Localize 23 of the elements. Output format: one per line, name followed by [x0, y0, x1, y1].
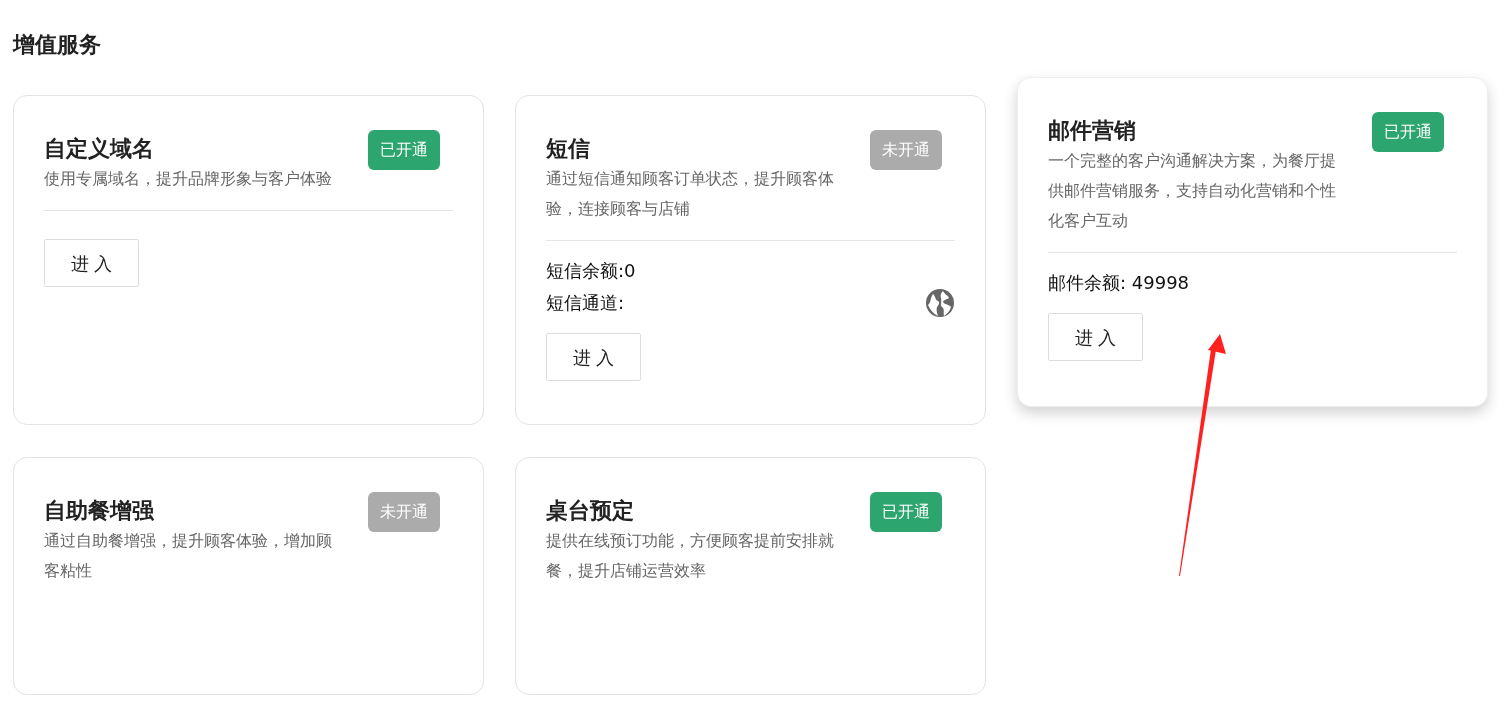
enter-button[interactable]: 进 入: [1048, 313, 1143, 361]
card-description: 提供在线预订功能，方便顾客提前安排就餐，提升店铺运营效率: [546, 530, 835, 582]
card-description: 通过短信通知顾客订单状态，提升顾客体验，连接顾客与店铺: [546, 168, 835, 220]
status-badge: 已开通: [368, 130, 440, 170]
page-title: 增值服务: [13, 31, 102, 59]
globe-icon[interactable]: [925, 288, 955, 318]
status-badge: 已开通: [870, 492, 942, 532]
detail-text: 短信通道:: [546, 291, 625, 315]
card-description: 通过自助餐增强，提升顾客体验，增加顾客粘性: [44, 530, 333, 582]
enter-button[interactable]: 进 入: [546, 333, 641, 381]
status-badge: 已开通: [1372, 112, 1444, 152]
card-title: 自定义域名: [44, 135, 155, 163]
card-description: 一个完整的客户沟通解决方案，为餐厅提供邮件营销服务，支持自动化营销和个性化客户互动: [1048, 150, 1337, 232]
status-badge: 未开通: [368, 492, 440, 532]
enter-button[interactable]: 进 入: [44, 239, 139, 287]
detail-text: 邮件余额: 49998: [1048, 271, 1190, 295]
card-description: 使用专属域名，提升品牌形象与客户体验: [44, 168, 333, 190]
card-title: 自助餐增强: [44, 497, 155, 525]
status-badge: 未开通: [870, 130, 942, 170]
card-title: 短信: [546, 135, 591, 163]
detail-text: 短信余额:0: [546, 259, 636, 283]
card-title: 邮件营销: [1048, 117, 1137, 145]
card-title: 桌台预定: [546, 497, 635, 525]
